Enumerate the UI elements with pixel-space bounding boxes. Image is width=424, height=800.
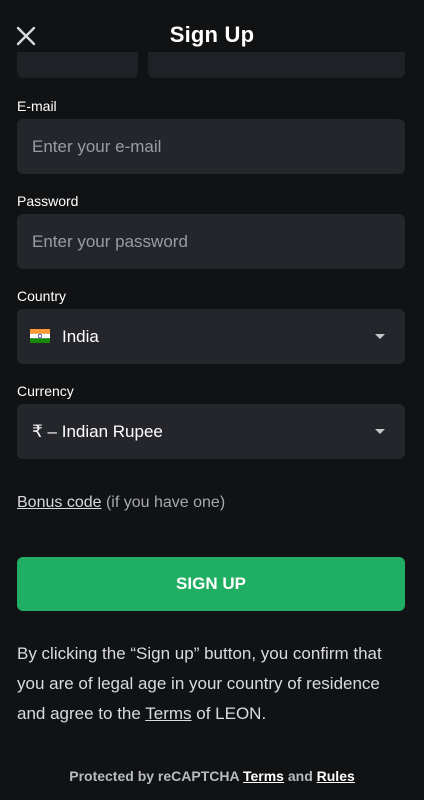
country-label: Country: [17, 288, 67, 304]
password-label: Password: [17, 193, 79, 209]
page-title: Sign Up: [169, 22, 255, 47]
country-value: India: [62, 327, 99, 346]
email-label: E-mail: [17, 98, 57, 114]
legal-disclaimer: By clicking the “Sign up” button, you co…: [17, 639, 409, 729]
bonus-code-note: (if you have one): [105, 494, 226, 511]
password-placeholder: Enter your password: [32, 232, 188, 251]
chevron-down-icon: [375, 334, 385, 339]
recaptcha-and: and: [283, 768, 317, 784]
partial-field-right[interactable]: [148, 52, 405, 78]
recaptcha-notice: Protected by reCAPTCHA Terms and Rules: [0, 768, 424, 784]
disclaimer-suffix: of LEON.: [191, 704, 267, 723]
recaptcha-rules-link[interactable]: Rules: [317, 768, 355, 784]
email-field[interactable]: Enter your e-mail: [17, 119, 405, 174]
currency-label: Currency: [17, 383, 74, 399]
signup-page: Sign Up E-mail Enter your e-mail Passwor…: [0, 0, 424, 800]
currency-select[interactable]: ₹ – Indian Rupee: [17, 404, 405, 459]
signup-button[interactable]: SIGN UP: [17, 557, 405, 611]
terms-link[interactable]: Terms: [145, 704, 191, 723]
password-field[interactable]: Enter your password: [17, 214, 405, 269]
recaptcha-terms-link[interactable]: Terms: [243, 768, 284, 784]
partial-field-left[interactable]: [17, 52, 138, 78]
email-placeholder: Enter your e-mail: [32, 137, 162, 156]
country-select[interactable]: India: [17, 309, 405, 364]
currency-value: ₹ – Indian Rupee: [32, 422, 163, 441]
chevron-down-icon: [375, 429, 385, 434]
bonus-code-row: Bonus code (if you have one): [17, 494, 225, 512]
bonus-code-link[interactable]: Bonus code: [17, 494, 102, 511]
recaptcha-text: Protected by reCAPTCHA: [69, 768, 243, 784]
india-flag-icon: [30, 329, 50, 343]
